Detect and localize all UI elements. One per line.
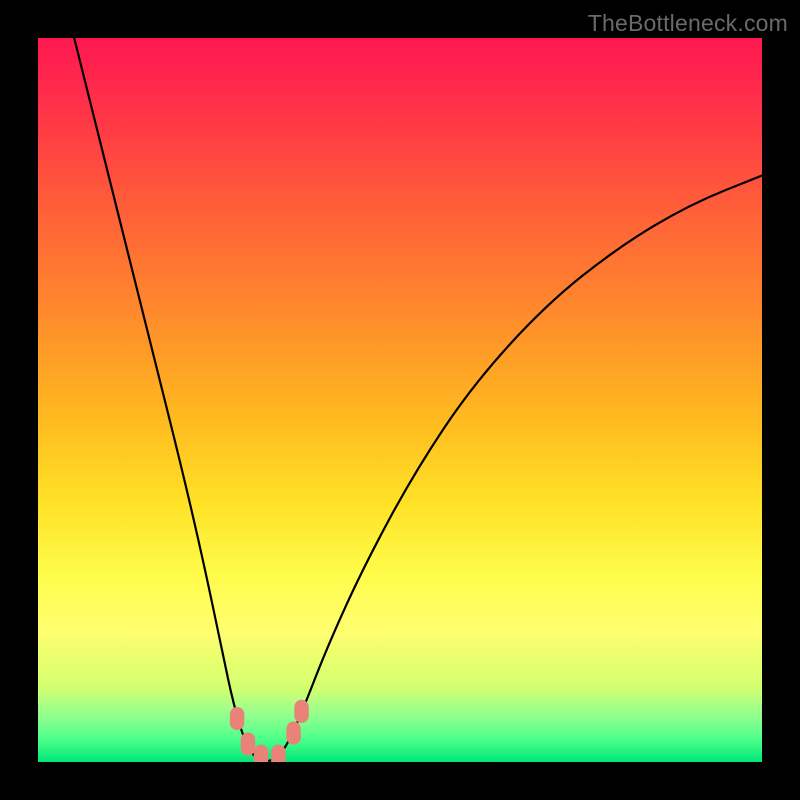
trough-marker xyxy=(294,700,308,723)
trough-marker xyxy=(271,745,285,762)
trough-marker xyxy=(254,745,268,762)
plot-area xyxy=(38,38,762,762)
trough-marker xyxy=(286,721,300,744)
trough-markers xyxy=(38,38,762,762)
trough-marker xyxy=(230,707,244,730)
trough-marker xyxy=(241,732,255,755)
watermark-text: TheBottleneck.com xyxy=(588,10,788,37)
chart-frame: TheBottleneck.com xyxy=(0,0,800,800)
